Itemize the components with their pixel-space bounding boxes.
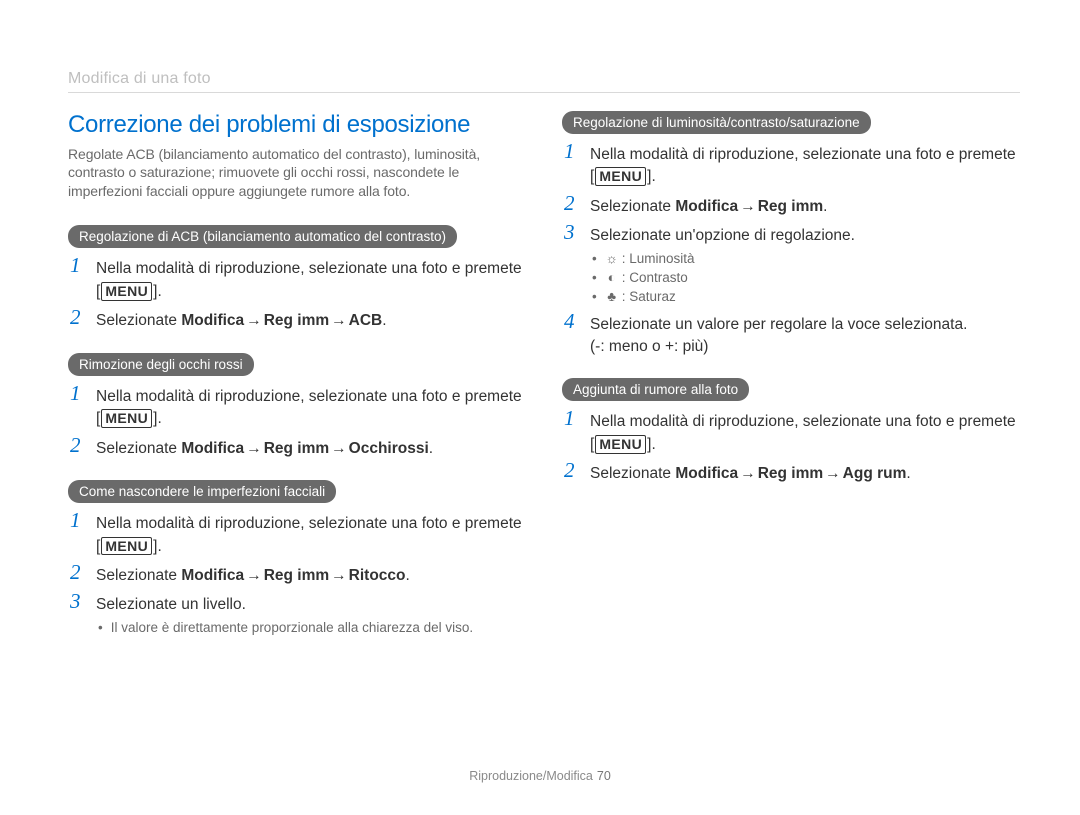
steps-redeye: Nella modalità di riproduzione, selezion… (68, 386, 526, 460)
opt-label: : Contrasto (622, 270, 688, 285)
path-c: Agg rum (843, 465, 907, 482)
opt-contrast: ◐: Contrasto (592, 269, 1020, 288)
step-text: Selezionate (96, 312, 181, 329)
opt-saturation: ♣: Saturaz (592, 288, 1020, 307)
path-c: Ritocco (349, 567, 406, 584)
step-end: . (906, 465, 910, 482)
page-footer: Riproduzione/Modifica70 (0, 769, 1080, 783)
path-c: Occhirossi (349, 440, 429, 457)
step-2: Selezionate Modifica→Reg imm. (562, 196, 1020, 218)
path-b: Reg imm (758, 198, 823, 215)
pill-noise: Aggiunta di rumore alla foto (562, 378, 749, 401)
path-b: Reg imm (264, 567, 329, 584)
path-c: ACB (349, 312, 383, 329)
step-1: Nella modalità di riproduzione, selezion… (562, 411, 1020, 456)
menu-button: MENU (595, 167, 646, 186)
path-a: Modifica (181, 440, 244, 457)
contrast-icon: ◐ (605, 269, 619, 288)
arrow-icon: → (738, 198, 758, 215)
step-text: Selezionate (590, 465, 675, 482)
steps-noise: Nella modalità di riproduzione, selezion… (562, 411, 1020, 485)
step-2: Selezionate Modifica→Reg imm→Occhirossi. (68, 438, 526, 460)
menu-button: MENU (595, 435, 646, 454)
step-1: Nella modalità di riproduzione, selezion… (68, 513, 526, 558)
step-text: ]. (153, 283, 162, 300)
steps-acb: Nella modalità di riproduzione, selezion… (68, 258, 526, 332)
pill-face: Come nascondere le imperfezioni facciali (68, 480, 336, 503)
saturation-icon: ♣ (605, 288, 619, 307)
step-3: Selezionate un'opzione di regolazione. ☼… (562, 225, 1020, 306)
menu-button: MENU (101, 409, 152, 428)
arrow-icon: → (329, 440, 349, 457)
step-text: Selezionate (96, 567, 181, 584)
step-2: Selezionate Modifica→Reg imm→Agg rum. (562, 463, 1020, 485)
path-a: Modifica (181, 567, 244, 584)
step-text: Selezionate un'opzione di regolazione. (590, 227, 855, 244)
path-b: Reg imm (758, 465, 823, 482)
opt-brightness: ☼: Luminosità (592, 250, 1020, 269)
pill-acb: Regolazione di ACB (bilanciamento automa… (68, 225, 457, 248)
left-column: Correzione dei problemi di esposizione R… (68, 111, 526, 658)
footer-label: Riproduzione/Modifica (469, 769, 593, 783)
opt-label: : Luminosità (622, 251, 695, 266)
step-text: Selezionate un livello. (96, 596, 246, 613)
step-4: Selezionate un valore per regolare la vo… (562, 314, 1020, 359)
arrow-icon: → (244, 312, 264, 329)
section-title: Correzione dei problemi di esposizione (68, 111, 526, 139)
arrow-icon: → (329, 312, 349, 329)
path-b: Reg imm (264, 312, 329, 329)
step-text: Selezionate (96, 440, 181, 457)
arrow-icon: → (244, 567, 264, 584)
step-2: Selezionate Modifica→Reg imm→Ritocco. (68, 565, 526, 587)
opt-label: : Saturaz (622, 289, 676, 304)
step-1: Nella modalità di riproduzione, selezion… (68, 258, 526, 303)
arrow-icon: → (329, 567, 349, 584)
brightness-icon: ☼ (605, 250, 619, 269)
steps-face: Nella modalità di riproduzione, selezion… (68, 513, 526, 638)
step-2: Selezionate Modifica→Reg imm→ACB. (68, 310, 526, 332)
step-end: . (382, 312, 386, 329)
step-3: Selezionate un livello. Il valore è dire… (68, 594, 526, 637)
breadcrumb: Modifica di una foto (68, 70, 1020, 88)
note-text: Il valore è direttamente proporzionale a… (98, 619, 526, 638)
header-rule (68, 92, 1020, 93)
section-intro: Regolate ACB (bilanciamento automatico d… (68, 145, 526, 202)
bcs-options: ☼: Luminosità ◐: Contrasto ♣: Saturaz (590, 250, 1020, 307)
path-a: Modifica (675, 198, 738, 215)
arrow-icon: → (738, 465, 758, 482)
step-text: ]. (647, 168, 656, 185)
step-end: . (429, 440, 433, 457)
right-column: Regolazione di luminosità/contrasto/satu… (562, 111, 1020, 658)
step-text: ]. (153, 410, 162, 427)
step-text: Selezionate (590, 198, 675, 215)
step-end: . (823, 198, 827, 215)
path-a: Modifica (181, 312, 244, 329)
step-1: Nella modalità di riproduzione, selezion… (562, 144, 1020, 189)
menu-button: MENU (101, 537, 152, 556)
pill-redeye: Rimozione degli occhi rossi (68, 353, 254, 376)
step-1: Nella modalità di riproduzione, selezion… (68, 386, 526, 431)
step-text: Selezionate un valore per regolare la vo… (590, 316, 967, 333)
arrow-icon: → (823, 465, 843, 482)
pill-bcs: Regolazione di luminosità/contrasto/satu… (562, 111, 871, 134)
arrow-icon: → (244, 440, 264, 457)
menu-button: MENU (101, 282, 152, 301)
step-text: ]. (647, 436, 656, 453)
path-b: Reg imm (264, 440, 329, 457)
face-note: Il valore è direttamente proporzionale a… (96, 619, 526, 638)
path-a: Modifica (675, 465, 738, 482)
step-subtext: (-: meno o +: più) (590, 338, 708, 355)
steps-bcs: Nella modalità di riproduzione, selezion… (562, 144, 1020, 358)
step-text: ]. (153, 538, 162, 555)
page-number: 70 (593, 769, 611, 783)
step-end: . (406, 567, 410, 584)
